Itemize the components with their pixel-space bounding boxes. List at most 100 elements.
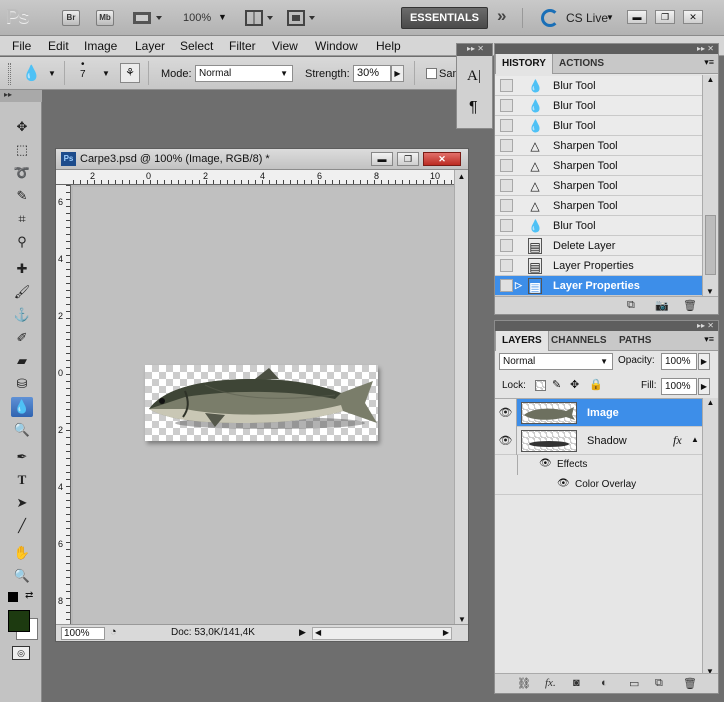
history-state[interactable]: 💧 Blur Tool xyxy=(495,76,702,96)
horizontal-scrollbar[interactable]: ◀ ▶ xyxy=(312,627,452,640)
scroll-down-icon[interactable]: ▼ xyxy=(455,615,469,624)
opacity-input[interactable]: 100% xyxy=(661,353,697,370)
layers-scrollbar[interactable]: ▲ ▼ xyxy=(702,398,718,676)
panel-menu-icon[interactable]: ▾≡ xyxy=(704,57,714,68)
scroll-up-icon[interactable]: ▲ xyxy=(703,398,718,407)
brush-preset-picker[interactable]: • 7 xyxy=(80,60,86,80)
lock-position-icon[interactable]: ✥ xyxy=(570,378,579,391)
history-brush-source-checkbox[interactable] xyxy=(500,219,513,232)
new-layer-icon[interactable]: ⧉ xyxy=(655,677,663,690)
foreground-color-swatch[interactable] xyxy=(8,610,30,632)
history-brush-source-checkbox[interactable] xyxy=(500,259,513,272)
opacity-slider-button[interactable]: ▶ xyxy=(698,353,710,370)
scroll-up-icon[interactable]: ▲ xyxy=(455,172,468,181)
quick-mask-icon[interactable]: ◎ xyxy=(12,646,30,660)
tab-history[interactable]: HISTORY xyxy=(495,54,553,74)
history-state[interactable]: ▤ Layer Properties xyxy=(495,256,702,276)
fill-slider-button[interactable]: ▶ xyxy=(698,378,710,395)
document-minimize-button[interactable]: ▬ xyxy=(371,152,393,166)
vertical-scrollbar[interactable]: ▲ ▼ xyxy=(454,170,468,626)
dodge-tool-icon[interactable]: 🔍 xyxy=(11,420,33,440)
brush-panel-toggle-icon[interactable]: ⚘ xyxy=(120,63,140,83)
restore-button[interactable]: ❐ xyxy=(655,10,675,24)
cs-live-button[interactable]: CS Live xyxy=(566,11,608,25)
document-close-button[interactable]: ✕ xyxy=(423,152,461,166)
history-brush-source-checkbox[interactable] xyxy=(500,159,513,172)
swap-colors-icon[interactable]: ⇄ xyxy=(25,590,33,601)
effect-row-color-overlay[interactable]: 👁 Color Overlay xyxy=(495,475,714,495)
effects-eye-icon[interactable]: 👁 xyxy=(539,458,552,469)
tab-channels[interactable]: CHANNELS xyxy=(545,331,613,351)
visibility-eye-icon[interactable]: 👁 xyxy=(495,427,517,455)
history-state[interactable]: ▷ ▤ Layer Properties xyxy=(495,276,702,296)
menu-file[interactable]: File xyxy=(12,39,31,53)
new-document-from-state-icon[interactable]: ⧉ xyxy=(627,299,635,312)
menu-image[interactable]: Image xyxy=(84,39,117,53)
chevron-down-icon[interactable]: ▼ xyxy=(102,69,110,78)
layer-effects-fx-icon[interactable]: fx xyxy=(673,433,682,448)
document-restore-button[interactable]: ❐ xyxy=(397,152,419,166)
new-group-icon[interactable]: ▭ xyxy=(629,677,639,690)
canvas-area[interactable] xyxy=(73,187,454,624)
history-state[interactable]: △ Sharpen Tool xyxy=(495,136,702,156)
add-mask-icon[interactable]: ◙ xyxy=(573,677,580,689)
workspace-essentials-button[interactable]: ESSENTIALS xyxy=(401,7,488,29)
bridge-button[interactable]: Br xyxy=(62,10,80,26)
blur-tool-icon[interactable]: 💧 xyxy=(11,397,33,417)
menu-layer[interactable]: Layer xyxy=(135,39,165,53)
history-brush-source-checkbox[interactable] xyxy=(500,199,513,212)
character-panel-icon[interactable]: A| xyxy=(467,68,481,85)
brush-tool-icon[interactable]: 🖌 xyxy=(11,282,33,302)
zoom-level[interactable]: 100% xyxy=(183,12,211,24)
history-brush-source-checkbox[interactable] xyxy=(500,179,513,192)
panel-menu-icon[interactable]: ▾≡ xyxy=(704,334,714,345)
history-brush-source-checkbox[interactable] xyxy=(500,99,513,112)
fill-input[interactable]: 100% xyxy=(661,378,697,395)
chevron-down-icon[interactable]: ▼ xyxy=(606,13,614,22)
history-brush-source-checkbox[interactable] xyxy=(500,139,513,152)
marquee-tool-icon[interactable]: ⬚ xyxy=(11,140,33,160)
screen-mode-button[interactable] xyxy=(287,10,317,26)
add-layer-style-icon[interactable]: fx. xyxy=(545,677,556,689)
close-app-button[interactable]: ✕ xyxy=(683,10,703,24)
paragraph-panel-icon[interactable]: ¶ xyxy=(469,99,478,117)
lock-all-icon[interactable]: 🔒 xyxy=(589,378,603,391)
history-brush-source-checkbox[interactable] xyxy=(500,279,513,292)
history-brush-tool-icon[interactable]: ✐ xyxy=(11,328,33,348)
lock-transparent-icon[interactable] xyxy=(535,380,546,391)
pen-tool-icon[interactable]: ✒ xyxy=(11,447,33,467)
history-state[interactable]: ▤ Delete Layer xyxy=(495,236,702,256)
healing-brush-tool-icon[interactable]: ✚ xyxy=(11,259,33,279)
move-tool-icon[interactable]: ✥ xyxy=(11,117,33,137)
history-state[interactable]: △ Sharpen Tool xyxy=(495,196,702,216)
layer-row-image[interactable]: 👁 Image xyxy=(495,399,714,427)
more-workspaces-button[interactable]: » xyxy=(497,6,506,26)
layer-row-shadow[interactable]: 👁 Shadow fx ▲ xyxy=(495,427,714,455)
image-canvas[interactable] xyxy=(145,365,378,441)
lasso-tool-icon[interactable]: ➰ xyxy=(11,163,33,183)
eraser-tool-icon[interactable]: ▰ xyxy=(11,351,33,371)
hand-tool-icon[interactable]: ✋ xyxy=(11,543,33,563)
visibility-eye-icon[interactable]: 👁 xyxy=(495,399,517,427)
menu-filter[interactable]: Filter xyxy=(229,39,256,53)
blend-mode-select[interactable]: Normal ▼ xyxy=(499,353,613,370)
strength-input[interactable]: 30% xyxy=(353,65,391,82)
scroll-right-icon[interactable]: ▶ xyxy=(443,628,449,637)
default-colors-icon[interactable] xyxy=(8,592,18,602)
chevron-down-icon[interactable]: ▼ xyxy=(218,12,227,22)
link-layers-icon[interactable]: ⛓ xyxy=(517,677,531,690)
menu-window[interactable]: Window xyxy=(315,39,358,53)
menu-view[interactable]: View xyxy=(272,39,298,53)
menu-select[interactable]: Select xyxy=(180,39,213,53)
history-state[interactable]: △ Sharpen Tool xyxy=(495,156,702,176)
status-menu-arrow-icon[interactable]: ▶ xyxy=(299,627,306,638)
blur-tool-preset-icon[interactable]: 💧 xyxy=(22,64,41,82)
effects-row[interactable]: 👁 Effects xyxy=(495,455,714,495)
tab-layers[interactable]: LAYERS xyxy=(495,331,549,351)
history-state[interactable]: 💧 Blur Tool xyxy=(495,116,702,136)
path-selection-tool-icon[interactable]: ➤ xyxy=(11,493,33,513)
mode-select[interactable]: Normal ▼ xyxy=(195,65,293,82)
trash-icon[interactable]: 🗑 xyxy=(683,677,697,690)
scroll-down-icon[interactable]: ▼ xyxy=(703,287,717,296)
history-brush-source-checkbox[interactable] xyxy=(500,79,513,92)
